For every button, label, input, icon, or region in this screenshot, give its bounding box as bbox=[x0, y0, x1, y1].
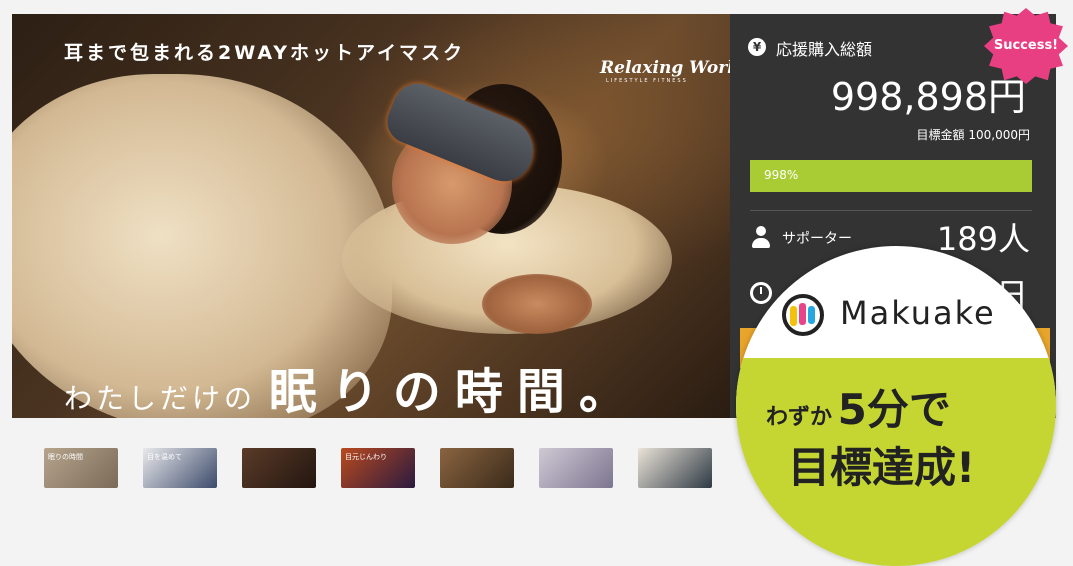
promo-line1: わずか 5分で bbox=[766, 376, 951, 437]
makuake-logo-text: Makuake bbox=[840, 294, 996, 332]
goal-label: 目標金額 bbox=[916, 128, 965, 142]
thumbnail-item[interactable] bbox=[242, 448, 316, 488]
promo-line1-emphasis: 5分で bbox=[837, 385, 951, 434]
person-icon bbox=[750, 226, 772, 250]
progress-bar: 998% bbox=[750, 160, 1032, 192]
hero-tagline: 耳まで包まれる2WAYホットアイマスク bbox=[64, 42, 466, 64]
clock-icon bbox=[750, 282, 772, 304]
thumbnail-item[interactable]: 目を温めて bbox=[143, 448, 217, 488]
thumbnail-item[interactable] bbox=[539, 448, 613, 488]
stats-divider bbox=[750, 210, 1032, 211]
hero-headline: わたしだけの 眠りの時間。 bbox=[64, 352, 641, 418]
total-amount: 998,898円 bbox=[830, 75, 1026, 119]
project-hero-image: 耳まで包まれる2WAYホットアイマスク Relaxing Work LIFEST… bbox=[12, 14, 730, 418]
thumbnail-item[interactable] bbox=[638, 448, 712, 488]
hero-headline-prefix: わたしだけの bbox=[64, 382, 257, 415]
thumbnail-strip: 眠りの時間 目を温めて 目元じんわり bbox=[30, 440, 730, 490]
makuake-promo-badge: Makuake わずか 5分で 目標達成! bbox=[736, 246, 1056, 566]
thumbnail-caption: 目を温めて bbox=[147, 453, 182, 461]
thumbnail-caption: 眠りの時間 bbox=[48, 453, 83, 461]
thumbnail-item[interactable]: 眠りの時間 bbox=[44, 448, 118, 488]
brand-logo: Relaxing Work bbox=[600, 58, 730, 78]
supporters-count: 189人 bbox=[936, 220, 1030, 258]
thumbnail-caption: 目元じんわり bbox=[345, 453, 387, 461]
goal-amount: 100,000円 bbox=[968, 128, 1030, 142]
brand-logo-sub: LIFESTYLE FITNESS bbox=[606, 78, 688, 84]
thumbnail-item[interactable] bbox=[440, 448, 514, 488]
promo-line2: 目標達成! bbox=[788, 443, 976, 492]
supporters-label: サポーター bbox=[782, 231, 852, 247]
yen-icon: ¥ bbox=[748, 38, 766, 56]
makuake-logo-icon bbox=[782, 294, 824, 336]
progress-text: 998% bbox=[764, 168, 799, 182]
total-label: 応援購入総額 bbox=[776, 40, 873, 59]
goal-amount-line: 目標金額 100,000円 bbox=[917, 126, 1030, 143]
promo-line1-prefix: わずか bbox=[766, 405, 833, 430]
hero-headline-main: 眠りの時間。 bbox=[268, 364, 641, 418]
hero-hand-shape bbox=[482, 274, 592, 334]
thumbnail-item[interactable]: 目元じんわり bbox=[341, 448, 415, 488]
